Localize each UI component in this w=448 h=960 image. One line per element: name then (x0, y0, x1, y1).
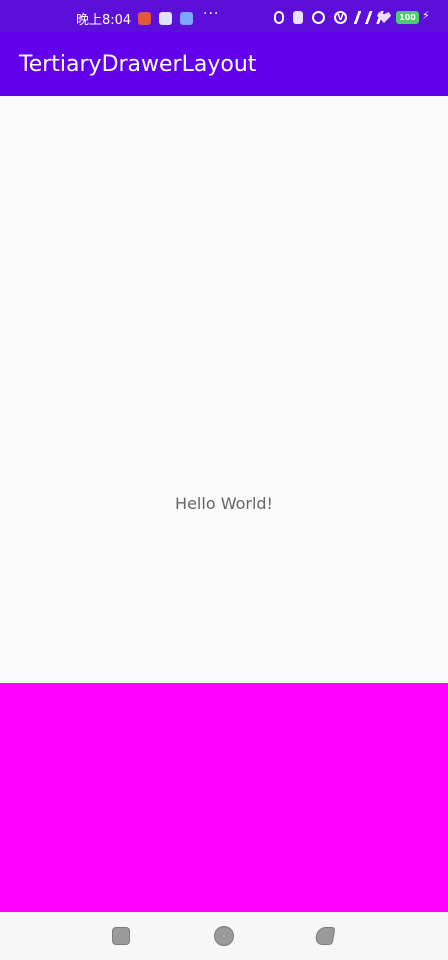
navigation-bar (0, 912, 448, 960)
main-content: Hello World! (0, 96, 448, 683)
bluetooth-icon (274, 11, 284, 24)
hello-world-text: Hello World! (175, 494, 273, 513)
tertiary-drawer-panel[interactable] (0, 683, 448, 912)
app-bar: TertiaryDrawerLayout (0, 32, 448, 96)
vpn-icon: V (334, 11, 347, 24)
status-time: 晚上8:04 (76, 13, 132, 28)
battery-icon: 100 (396, 11, 419, 24)
back-icon[interactable] (112, 927, 130, 945)
status-bar: 晚上8:04 ··· V 100 ⚡ (0, 0, 448, 32)
recent-apps-icon[interactable] (314, 927, 336, 945)
blue-app-icon (180, 12, 193, 25)
home-icon[interactable] (214, 926, 234, 946)
alarm-icon (312, 11, 325, 24)
red-app-icon (138, 12, 151, 25)
charging-icon: ⚡ (422, 9, 430, 22)
more-notifications-icon: ··· (203, 6, 220, 22)
light-app-icon (159, 12, 172, 25)
vibrate-icon (293, 11, 303, 24)
page-title: TertiaryDrawerLayout (19, 52, 257, 77)
